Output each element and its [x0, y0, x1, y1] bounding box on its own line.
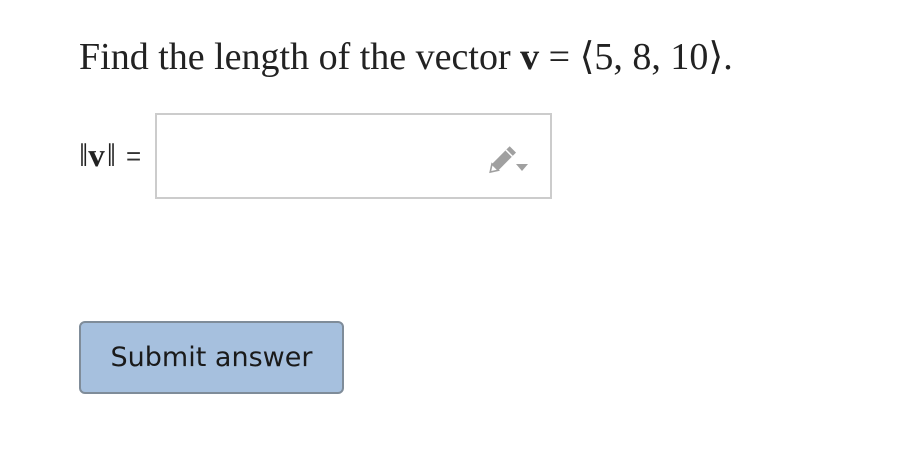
question-text: Find the length of the vector v = ⟨5, 8,… [79, 32, 733, 82]
norm-label: ‖v‖ [79, 137, 116, 175]
submit-answer-button[interactable]: Submit answer [79, 321, 344, 394]
pencil-icon[interactable] [488, 143, 529, 175]
norm-bars-right: ‖ [106, 137, 116, 174]
answer-box[interactable] [155, 113, 553, 199]
question-equals: = [539, 36, 580, 78]
pencil-shape [489, 146, 517, 174]
answer-equals: = [126, 140, 142, 171]
question-prefix: Find the length of the vector [79, 36, 521, 78]
vector-value: ⟨5, 8, 10⟩. [579, 36, 733, 78]
norm-vector-symbol: v [88, 137, 105, 174]
dropdown-caret-icon [516, 164, 529, 171]
answer-row: ‖v‖ = [79, 112, 553, 200]
vector-symbol: v [520, 36, 540, 78]
